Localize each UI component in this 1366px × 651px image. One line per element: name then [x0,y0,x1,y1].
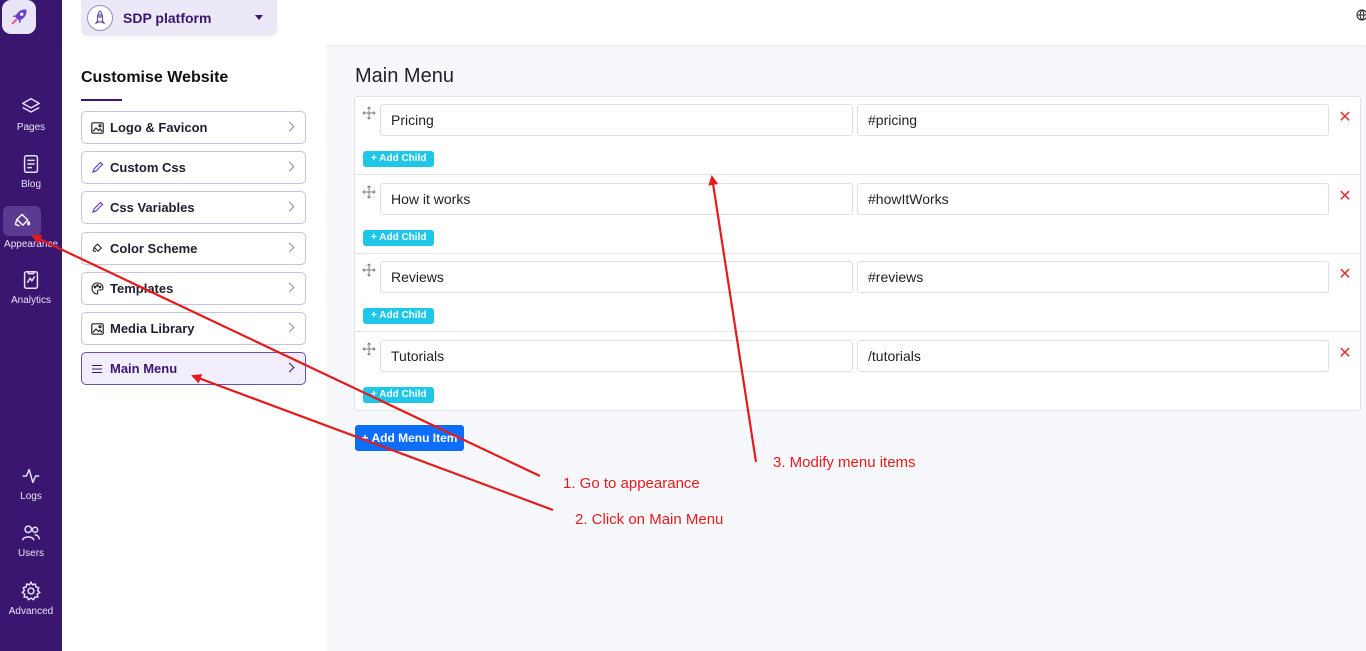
palette-icon [90,282,104,296]
pencil-icon [90,161,104,175]
annotation-step-1: 1. Go to appearance [563,475,700,492]
menu-item-name-input[interactable] [380,104,853,136]
rail-item-appearance[interactable]: Appearance [0,206,62,250]
customise-item-label: Color Scheme [110,241,198,256]
menu-items-list: ✕ + Add Child ✕ + Add Child ✕ + Add Chil… [354,96,1361,411]
menu-item-name-input[interactable] [380,340,853,372]
chevron-right-icon [284,362,295,373]
customise-item-label: Media Library [110,321,195,336]
rocket-icon [94,10,106,24]
annotation-step-3: 3. Modify menu items [773,454,916,471]
menu-item-row: ✕ + Add Child [355,176,1360,254]
customise-item-label: Logo & Favicon [110,120,208,135]
page-title: Main Menu [355,65,454,87]
layers-icon [22,98,40,113]
rail-item-blog[interactable]: Blog [0,153,62,190]
pulse-icon [22,468,40,484]
customise-item-main-menu[interactable]: Main Menu [81,352,306,385]
remove-menu-item-icon[interactable]: ✕ [1338,189,1352,205]
customise-item-label: Custom Css [110,160,186,175]
drag-handle-icon[interactable] [362,106,376,120]
paint-bucket-icon [14,213,31,227]
rail-item-label: Users [17,548,45,559]
paint-bucket-icon [90,242,104,256]
chevron-right-icon [284,201,295,212]
rail-item-active-highlight [3,206,41,236]
customise-item-color-scheme[interactable]: Color Scheme [81,232,306,265]
left-navigation-rail: Pages Blog Appearance Analytics Logs Use… [0,0,62,651]
menu-item-row: ✕ + Add Child [355,97,1360,175]
add-child-button[interactable]: + Add Child [363,308,435,324]
rail-item-label: Analytics [10,295,51,306]
rail-item-label: Logs [20,491,42,502]
menu-item-name-input[interactable] [380,183,853,215]
menu-lines-icon [90,362,104,376]
add-child-button[interactable]: + Add Child [363,230,435,246]
add-child-button[interactable]: + Add Child [363,151,435,167]
menu-item-link-input[interactable] [857,104,1329,136]
add-menu-item-button[interactable]: + Add Menu Item [355,425,464,451]
customise-item-media-library[interactable]: Media Library [81,312,306,345]
menu-item-link-input[interactable] [857,183,1329,215]
globe-icon[interactable] [1356,9,1366,21]
customise-item-css-variables[interactable]: Css Variables [81,191,306,224]
annotation-step-2: 2. Click on Main Menu [575,511,724,528]
chevron-down-icon [255,15,263,20]
customise-item-templates[interactable]: Templates [81,272,306,305]
add-child-button[interactable]: + Add Child [363,387,435,403]
drag-handle-icon[interactable] [362,342,376,356]
chevron-right-icon [284,242,295,253]
drag-handle-icon[interactable] [362,263,376,277]
drag-handle-icon[interactable] [362,185,376,199]
customise-title: Customise Website [81,69,229,86]
rail-item-logs[interactable]: Logs [0,465,62,502]
project-name: SDP platform [123,10,212,26]
customise-item-logo-favicon[interactable]: Logo & Favicon [81,111,306,144]
remove-menu-item-icon[interactable]: ✕ [1338,267,1352,283]
remove-menu-item-icon[interactable]: ✕ [1338,346,1352,362]
menu-item-row: ✕ + Add Child [355,254,1360,332]
customise-panel: Customise Website Logo & Favicon Custom … [62,45,326,651]
customise-item-label: Main Menu [110,361,178,376]
title-underline [81,99,122,101]
project-switcher[interactable]: SDP platform [81,0,277,36]
chevron-right-icon [284,282,295,293]
project-avatar [87,5,113,31]
chevron-right-icon [284,121,295,132]
menu-item-link-input[interactable] [857,261,1329,293]
users-icon [22,525,40,541]
gear-icon [21,580,41,601]
notebook-icon [23,155,39,173]
menu-item-row: ✕ + Add Child [355,333,1360,411]
app-logo[interactable] [2,0,36,34]
images-icon [90,322,104,336]
rail-item-analytics[interactable]: Analytics [0,269,62,306]
customise-item-label: Templates [110,281,174,296]
rail-item-label: Advanced [8,606,54,617]
menu-item-link-input[interactable] [857,340,1329,372]
image-icon [90,121,104,135]
customise-item-label: Css Variables [110,200,195,215]
pencil-icon [90,201,104,215]
chevron-right-icon [284,322,295,333]
rail-item-label: Appearance [4,239,58,250]
chart-file-icon [23,271,39,289]
rail-item-pages[interactable]: Pages [0,96,62,133]
rail-item-label: Pages [16,122,46,133]
top-bar: SDP platform [62,0,1366,45]
rail-item-advanced[interactable]: Advanced [0,580,62,617]
chevron-right-icon [284,161,295,172]
rail-item-users[interactable]: Users [0,522,62,559]
remove-menu-item-icon[interactable]: ✕ [1338,110,1352,126]
rail-item-label: Blog [20,179,41,190]
customise-item-custom-css[interactable]: Custom Css [81,151,306,184]
menu-item-name-input[interactable] [380,261,853,293]
rocket-icon [11,9,27,25]
